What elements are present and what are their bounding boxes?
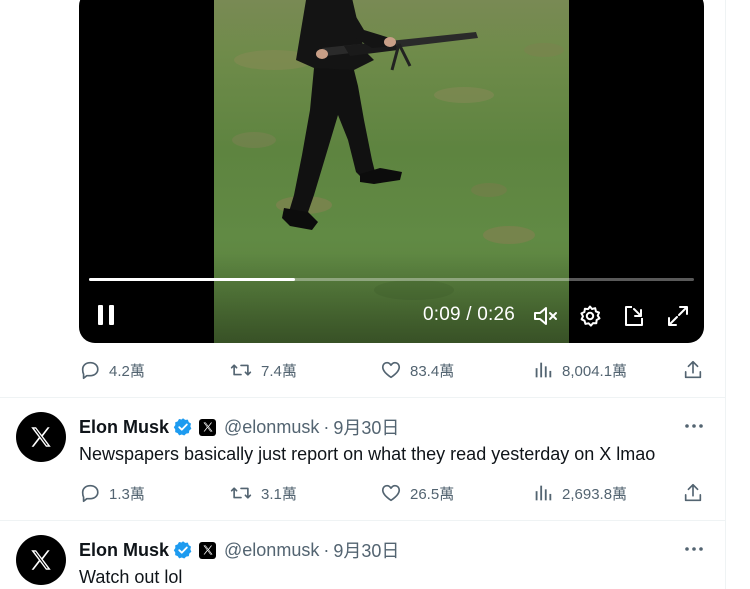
pause-button[interactable] — [93, 300, 119, 330]
repost-count: 3.1萬 — [261, 485, 297, 503]
more-icon — [685, 424, 703, 428]
reply-count: 1.3萬 — [109, 485, 145, 503]
video-progress-fill — [89, 278, 295, 281]
repost-icon — [230, 364, 252, 376]
settings-button[interactable] — [576, 302, 604, 330]
like-icon — [381, 484, 401, 502]
verified-icon — [173, 417, 193, 437]
separator-dot: · — [323, 539, 330, 560]
tweet[interactable]: Elon Musk @elonmusk · 9月30日 Watch out lo… — [0, 521, 726, 589]
verified-icon — [173, 540, 193, 560]
views-count: 8,004.1萬 — [562, 362, 628, 380]
reply-icon — [81, 361, 99, 380]
handle[interactable]: @elonmusk — [224, 417, 319, 438]
gear-icon — [580, 305, 601, 327]
video-duration: 0:26 — [477, 304, 516, 325]
repost-button[interactable]: 7.4萬 — [229, 359, 297, 381]
views-icon — [535, 485, 552, 501]
like-icon — [381, 361, 401, 379]
like-button[interactable]: 26.5萬 — [380, 482, 454, 504]
share-button[interactable] — [682, 482, 704, 504]
video-progress-bar[interactable] — [89, 278, 694, 281]
views-count: 2,693.8萬 — [562, 485, 628, 503]
fullscreen-icon — [668, 306, 688, 326]
dock-button[interactable] — [620, 302, 648, 330]
dock-icon — [625, 306, 643, 326]
pause-icon — [98, 305, 114, 325]
video-controls-scrim — [79, 253, 704, 343]
tweet-text: Newspapers basically just report on what… — [79, 444, 656, 464]
video-player[interactable]: 0:09 / 0:26 — [79, 0, 704, 343]
video-current-time: 0:09 — [423, 304, 461, 325]
tweet-text: Watch out lol — [79, 567, 183, 587]
tweet-header: Elon Musk @elonmusk · 9月30日 — [79, 537, 399, 563]
timestamp[interactable]: 9月30日 — [333, 537, 399, 563]
more-button[interactable] — [681, 539, 707, 559]
repost-icon — [230, 487, 252, 499]
timeline-feed: 0:09 / 0:26 4.2萬 7.4萬 83.4萬 8,004.1萬 Elo… — [0, 0, 726, 589]
views-button[interactable]: 2,693.8萬 — [532, 482, 627, 504]
x-logo-icon — [31, 427, 51, 447]
like-count: 83.4萬 — [410, 362, 455, 380]
x-affiliate-badge-icon — [199, 541, 217, 559]
mute-button[interactable] — [531, 302, 559, 330]
more-icon — [685, 547, 703, 551]
repost-count: 7.4萬 — [261, 362, 297, 380]
timestamp[interactable]: 9月30日 — [333, 414, 399, 440]
reply-button[interactable]: 1.3萬 — [79, 482, 145, 504]
share-icon — [684, 360, 702, 379]
repost-button[interactable]: 3.1萬 — [229, 482, 297, 504]
more-button[interactable] — [681, 416, 707, 436]
views-button[interactable]: 8,004.1萬 — [532, 359, 627, 381]
handle[interactable]: @elonmusk — [224, 540, 319, 561]
video-time: 0:09 / 0:26 — [423, 304, 515, 326]
volume-muted-icon — [534, 307, 557, 325]
share-button[interactable] — [682, 359, 704, 381]
like-button[interactable]: 83.4萬 — [380, 359, 454, 381]
avatar[interactable] — [16, 412, 66, 462]
x-affiliate-badge-icon — [199, 418, 217, 436]
reply-count: 4.2萬 — [109, 362, 145, 380]
tweet-header: Elon Musk @elonmusk · 9月30日 — [79, 414, 399, 440]
like-count: 26.5萬 — [410, 485, 455, 503]
fullscreen-button[interactable] — [664, 302, 692, 330]
display-name[interactable]: Elon Musk — [79, 417, 169, 438]
video-time-separator: / — [466, 304, 472, 325]
tweet[interactable]: Elon Musk @elonmusk · 9月30日 Newspapers b… — [0, 398, 726, 520]
views-icon — [535, 362, 552, 378]
reply-icon — [81, 484, 99, 503]
display-name[interactable]: Elon Musk — [79, 540, 169, 561]
tweet-actions: 1.3萬 3.1萬 26.5萬 2,693.8萬 — [79, 482, 705, 508]
separator-dot: · — [323, 416, 330, 437]
reply-button[interactable]: 4.2萬 — [79, 359, 145, 381]
post-actions: 4.2萬 7.4萬 83.4萬 8,004.1萬 — [79, 359, 705, 385]
x-logo-icon — [31, 550, 51, 570]
share-icon — [684, 483, 702, 502]
avatar[interactable] — [16, 535, 66, 585]
